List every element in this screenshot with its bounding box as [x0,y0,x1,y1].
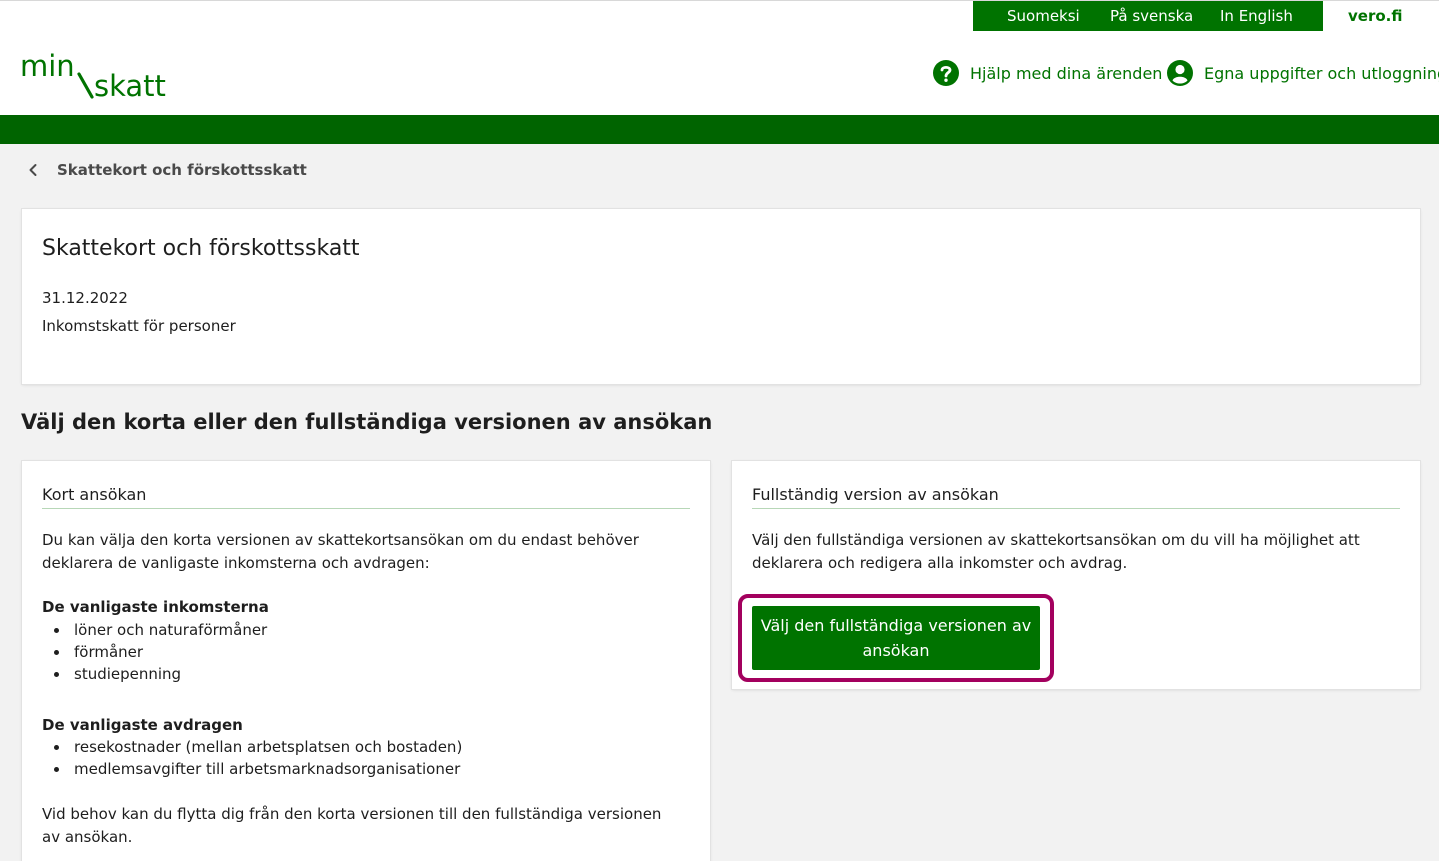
language-link-english[interactable]: In English [1220,7,1293,25]
choose-full-version-button[interactable]: Välj den fullständiga versionen av ansök… [752,606,1040,670]
profile-logout-link[interactable]: Egna uppgifter och utloggning [1166,59,1439,87]
help-link-label: Hjälp med dina ärenden [970,63,1163,83]
help-link[interactable]: Hjälp med dina ärenden [932,59,1162,87]
site-header: Suomeksi På svenska In English vero.fi m… [0,0,1439,115]
help-question-icon [933,60,959,86]
svg-text:min: min [20,49,75,83]
common-income-list: löner och naturaförmåner förmåner studie… [53,619,268,685]
page-title: Skattekort och förskottsskatt [42,236,360,261]
breadcrumb-label: Skattekort och förskottsskatt [57,161,307,179]
logo-graphic: min skatt [20,49,166,103]
vero-fi-link[interactable]: vero.fi [1348,7,1402,25]
common-deductions-heading: De vanligaste avdragen [42,716,243,734]
common-income-heading: De vanligaste inkomsterna [42,598,269,616]
common-deductions-list: resekostnader (mellan arbetsplatsen och … [53,736,463,780]
summary-tax-type: Inkomstskatt för personer [42,317,236,335]
choose-version-heading: Välj den korta eller den fullständiga ve… [21,410,713,434]
minskatt-logo[interactable]: min skatt [20,48,190,103]
header-green-band [0,115,1439,144]
short-application-heading: Kort ansökan [42,485,690,509]
full-application-intro: Välj den fullständiga versionen av skatt… [752,531,1360,572]
list-item: förmåner [53,641,267,663]
breadcrumb-back-link[interactable]: Skattekort och förskottsskatt [28,161,307,179]
short-application-intro: Du kan välja den korta versionen av skat… [42,531,639,572]
tax-card-summary: Skattekort och förskottsskatt 31.12.2022… [22,209,1420,384]
user-account-icon [1167,60,1193,86]
profile-link-label: Egna uppgifter och utloggning [1204,63,1439,83]
language-bar: Suomeksi På svenska In English [973,1,1323,31]
list-item: medlemsavgifter till arbetsmarknadsorgan… [53,758,462,780]
language-link-finnish[interactable]: Suomeksi [1007,7,1080,25]
short-application-card: Kort ansökan Du kan välja den korta vers… [22,461,710,861]
list-item: studiepenning [53,663,267,685]
chevron-left-icon [29,164,37,176]
list-item: löner och naturaförmåner [53,621,268,639]
list-item: resekostnader (mellan arbetsplatsen och … [53,738,463,756]
svg-text:skatt: skatt [94,69,166,100]
language-link-swedish[interactable]: På svenska [1110,7,1193,25]
full-application-heading: Fullständig version av ansökan [752,485,1400,509]
short-application-outro: Vid behov kan du flytta dig från den kor… [42,805,662,846]
summary-date: 31.12.2022 [42,289,128,307]
full-application-card: Fullständig version av ansökan Välj den … [732,461,1420,689]
